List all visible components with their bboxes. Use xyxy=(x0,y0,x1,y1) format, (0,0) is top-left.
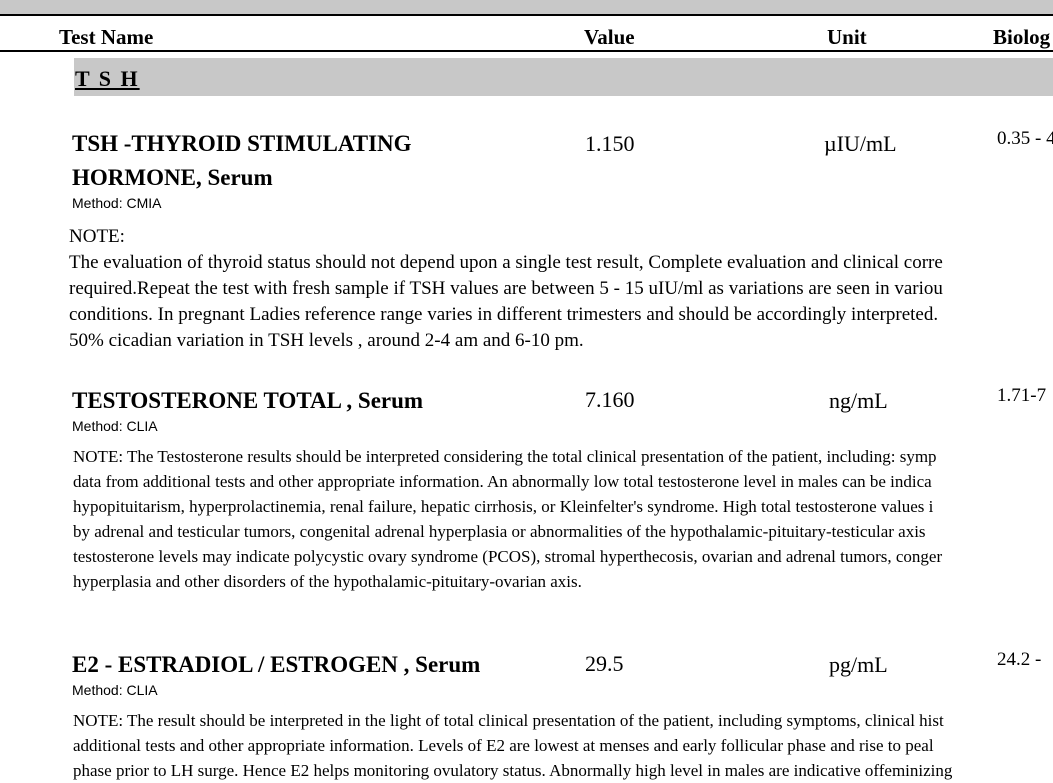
column-header-value: Value xyxy=(584,25,635,49)
note-line: phase prior to LH surge. Hence E2 helps … xyxy=(73,761,953,780)
header-bottom-rule xyxy=(0,50,1053,52)
test-value-tsh: 1.150 xyxy=(585,131,635,156)
test-name-testosterone: TESTOSTERONE TOTAL , Serum xyxy=(72,388,424,413)
note-line: conditions. In pregnant Ladies reference… xyxy=(69,304,939,325)
test-unit-testosterone: ng/mL xyxy=(829,388,888,413)
test-name-tsh: TSH -THYROID STIMULATING HORMONE, Serum xyxy=(72,131,412,190)
note-line: testosterone levels may indicate polycys… xyxy=(73,547,943,566)
note-line: hyperplasia and other disorders of the h… xyxy=(73,572,582,591)
test-value-testosterone: 7.160 xyxy=(585,387,635,412)
test-value-estradiol: 29.5 xyxy=(585,651,624,676)
section-band xyxy=(74,58,1053,96)
note-line: additional tests and other appropriate i… xyxy=(73,736,934,755)
test-unit-tsh: µIU/mL xyxy=(824,131,897,156)
note-line: NOTE: xyxy=(69,226,125,247)
note-line: hypopituitarism, hyperprolactinemia, ren… xyxy=(73,497,934,516)
note-line: NOTE: The Testosterone results should be… xyxy=(73,447,937,466)
test-note-testosterone: NOTE: The Testosterone results should be… xyxy=(73,444,942,594)
test-name-estradiol: E2 - ESTRADIOL / ESTROGEN , Serum xyxy=(72,652,481,677)
note-line: 50% cicadian variation in TSH levels , a… xyxy=(69,330,584,351)
column-header-test-name: Test Name xyxy=(59,25,154,49)
note-line: The evaluation of thyroid status should … xyxy=(69,252,943,273)
test-range-testosterone: 1.71-7 xyxy=(997,385,1047,406)
note-line: data from additional tests and other app… xyxy=(73,472,932,491)
column-header-unit: Unit xyxy=(827,25,867,49)
header-top-rule xyxy=(0,14,1053,16)
note-line: required.Repeat the test with fresh samp… xyxy=(69,278,943,299)
note-line: by adrenal and testicular tumors, congen… xyxy=(73,522,926,541)
test-method-estradiol: Method: CLIA xyxy=(72,682,158,698)
test-note-estradiol: NOTE: The result should be interpreted i… xyxy=(73,708,952,783)
column-header-biological-range: Biolog xyxy=(993,25,1051,49)
test-method-tsh: Method: CMIA xyxy=(72,195,162,211)
test-unit-estradiol: pg/mL xyxy=(829,652,888,677)
test-note-tsh: NOTE: The evaluation of thyroid status s… xyxy=(69,224,943,354)
test-method-testosterone: Method: CLIA xyxy=(72,418,158,434)
section-title: T S H xyxy=(75,66,140,91)
test-range-estradiol: 24.2 - xyxy=(997,649,1042,670)
note-line: NOTE: The result should be interpreted i… xyxy=(73,711,944,730)
test-range-tsh: 0.35 - 4 xyxy=(997,128,1053,149)
top-band xyxy=(0,0,1053,14)
